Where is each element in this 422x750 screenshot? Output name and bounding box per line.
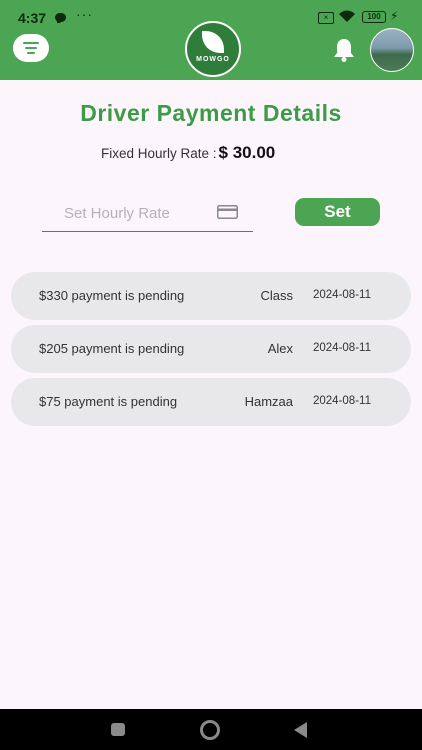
leaf-icon [202, 31, 224, 53]
menu-button[interactable] [13, 34, 49, 62]
notification-bell-icon[interactable] [333, 38, 355, 62]
payment-status: $75 payment is pending [39, 394, 178, 409]
system-nav-bar [0, 709, 422, 750]
payment-driver-name: Hamzaa [244, 394, 293, 409]
profile-avatar[interactable] [370, 28, 414, 72]
back-icon[interactable] [294, 722, 307, 738]
payment-driver-name: Class [260, 288, 293, 303]
payment-date: 2024-08-11 [313, 342, 371, 354]
recent-apps-icon[interactable] [111, 723, 125, 736]
payment-list-item[interactable]: $205 payment is pending Alex 2024-08-11 [11, 325, 411, 373]
payment-list-item[interactable]: $330 payment is pending Class 2024-08-11 [11, 272, 411, 320]
fixed-hourly-rate: Fixed Hourly Rate : $ 30.00 [101, 143, 275, 163]
rate-value: $ 30.00 [218, 143, 276, 162]
mowgo-logo: MOWGO [185, 21, 241, 77]
credit-card-icon [217, 205, 238, 219]
payment-status: $205 payment is pending [39, 341, 185, 356]
status-time: 4:37 [18, 10, 47, 26]
battery-icon: 100 [362, 11, 386, 23]
home-icon[interactable] [200, 720, 220, 740]
logo-text: MOWGO [196, 56, 230, 63]
set-rate-button[interactable]: Set [295, 198, 380, 226]
wifi-icon [339, 10, 355, 22]
payment-date: 2024-08-11 [313, 289, 371, 301]
payment-list-item[interactable]: $75 payment is pending Hamzaa 2024-08-11 [11, 378, 411, 426]
app-header: 4:37 ··· × 100 ⚡ MOWGO [0, 0, 422, 80]
payment-driver-name: Alex [267, 341, 293, 356]
more-notifications-icon: ··· [76, 6, 93, 22]
no-sim-icon: × [318, 12, 334, 24]
charging-icon: ⚡ [390, 9, 399, 23]
chat-notification-icon [55, 13, 66, 23]
payment-date: 2024-08-11 [313, 395, 371, 407]
payment-status: $330 payment is pending [39, 288, 185, 303]
page-title: Driver Payment Details [80, 100, 342, 126]
rate-label: Fixed Hourly Rate : [101, 146, 217, 161]
